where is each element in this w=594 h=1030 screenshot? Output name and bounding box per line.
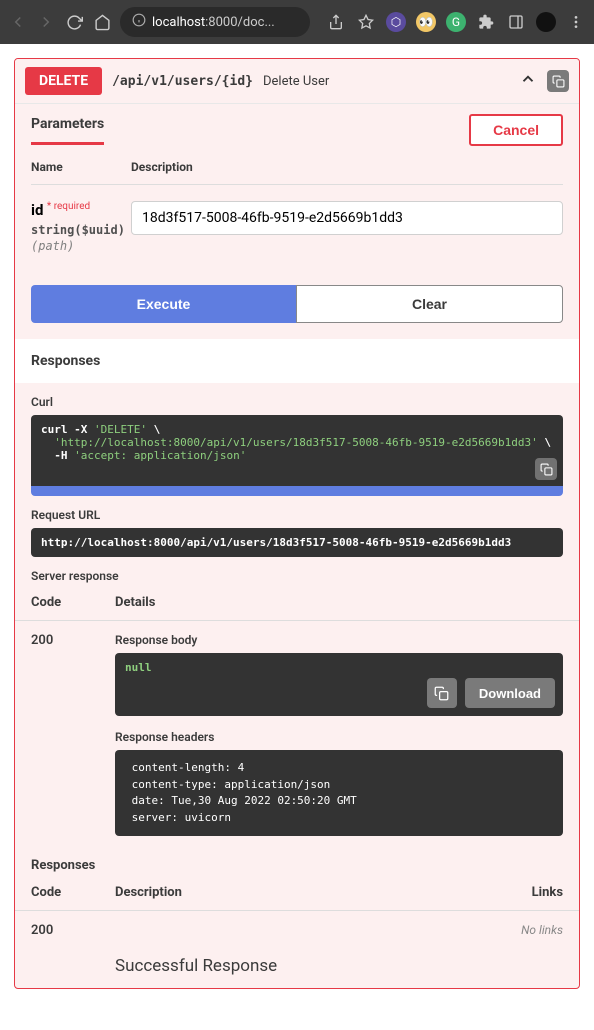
doc-response-links: No links xyxy=(483,923,563,938)
share-icon[interactable] xyxy=(326,12,346,32)
documented-response-columns: Code Description Links xyxy=(15,879,579,911)
documented-response-row: 200 No links xyxy=(15,911,579,944)
response-body-label: Response body xyxy=(115,633,563,647)
operation-description: Delete User xyxy=(263,74,329,89)
col-header-name: Name xyxy=(31,160,131,174)
request-url-label: Request URL xyxy=(31,508,563,522)
operation-block: DELETE /api/v1/users/{id} Delete User Pa… xyxy=(14,58,580,989)
col-code: Code xyxy=(31,595,115,610)
forward-icon[interactable] xyxy=(36,12,56,32)
extension-icon[interactable]: ⬡ xyxy=(386,12,406,32)
extensions-puzzle-icon[interactable] xyxy=(476,12,496,32)
operation-summary[interactable]: DELETE /api/v1/users/{id} Delete User xyxy=(15,59,579,104)
back-icon[interactable] xyxy=(8,12,28,32)
documented-responses-title: Responses xyxy=(15,850,579,879)
response-body-block: null Download xyxy=(115,653,563,716)
extension-icons: ⬡ 👀 G xyxy=(326,12,586,32)
doc-response-code: 200 xyxy=(31,923,115,938)
param-required-label: * required xyxy=(47,201,90,212)
bookmark-star-icon[interactable] xyxy=(356,12,376,32)
site-info-icon[interactable] xyxy=(132,13,146,31)
curl-command-block: curl -X 'DELETE' \ 'http://localhost:800… xyxy=(31,415,563,496)
response-headers-block: content-length: 4 content-type: applicat… xyxy=(115,750,563,836)
copy-curl-icon[interactable] xyxy=(535,458,557,480)
page-content: DELETE /api/v1/users/{id} Delete User Pa… xyxy=(0,44,594,1003)
response-body-text: null xyxy=(125,661,152,674)
response-columns: Code Details xyxy=(15,589,579,621)
parameters-table: Name Description id * required string($u… xyxy=(15,146,579,269)
request-url-block: http://localhost:8000/api/v1/users/18d3f… xyxy=(31,528,563,557)
param-type: string($uuid) xyxy=(31,223,131,237)
col-code: Code xyxy=(31,885,115,900)
server-response-label: Server response xyxy=(15,557,579,589)
operation-path: /api/v1/users/{id} xyxy=(112,74,253,89)
browser-toolbar: localhost:8000/doc... ⬡ 👀 G xyxy=(0,0,594,44)
clear-button[interactable]: Clear xyxy=(296,285,563,323)
responses-title: Responses xyxy=(15,339,579,383)
panel-icon[interactable] xyxy=(506,12,526,32)
execute-button[interactable]: Execute xyxy=(31,285,296,323)
extension-icon[interactable]: 👀 xyxy=(416,12,436,32)
copy-body-icon[interactable] xyxy=(427,678,457,708)
cancel-button[interactable]: Cancel xyxy=(469,114,563,146)
reload-icon[interactable] xyxy=(64,12,84,32)
menu-dots-icon[interactable] xyxy=(566,12,586,32)
parameters-title: Parameters xyxy=(31,116,104,145)
col-header-description: Description xyxy=(131,160,563,174)
profile-avatar-icon[interactable] xyxy=(536,12,556,32)
chevron-up-icon[interactable] xyxy=(519,70,537,92)
home-icon[interactable] xyxy=(92,12,112,32)
param-in: (path) xyxy=(31,239,131,253)
col-links: Links xyxy=(483,885,563,900)
response-code: 200 xyxy=(31,633,115,850)
url-bar[interactable]: localhost:8000/doc... xyxy=(120,7,310,37)
param-name: id xyxy=(31,201,43,219)
url-text: localhost:8000/doc... xyxy=(152,15,275,30)
extension-icon[interactable]: G xyxy=(446,12,466,32)
download-button[interactable]: Download xyxy=(465,678,555,708)
doc-response-description: Successful Response xyxy=(15,944,579,988)
col-details: Details xyxy=(115,595,563,610)
response-headers-label: Response headers xyxy=(115,730,563,744)
col-description: Description xyxy=(115,885,483,900)
server-response-row: 200 Response body null Download Response… xyxy=(15,621,579,850)
copy-path-icon[interactable] xyxy=(547,70,569,92)
method-badge: DELETE xyxy=(25,67,102,95)
param-value-input[interactable] xyxy=(131,201,563,235)
execute-row: Execute Clear xyxy=(15,269,579,339)
parameter-row: id * required string($uuid) (path) xyxy=(31,185,563,269)
parameters-header: Parameters Cancel xyxy=(15,104,579,146)
curl-label: Curl xyxy=(31,395,563,409)
